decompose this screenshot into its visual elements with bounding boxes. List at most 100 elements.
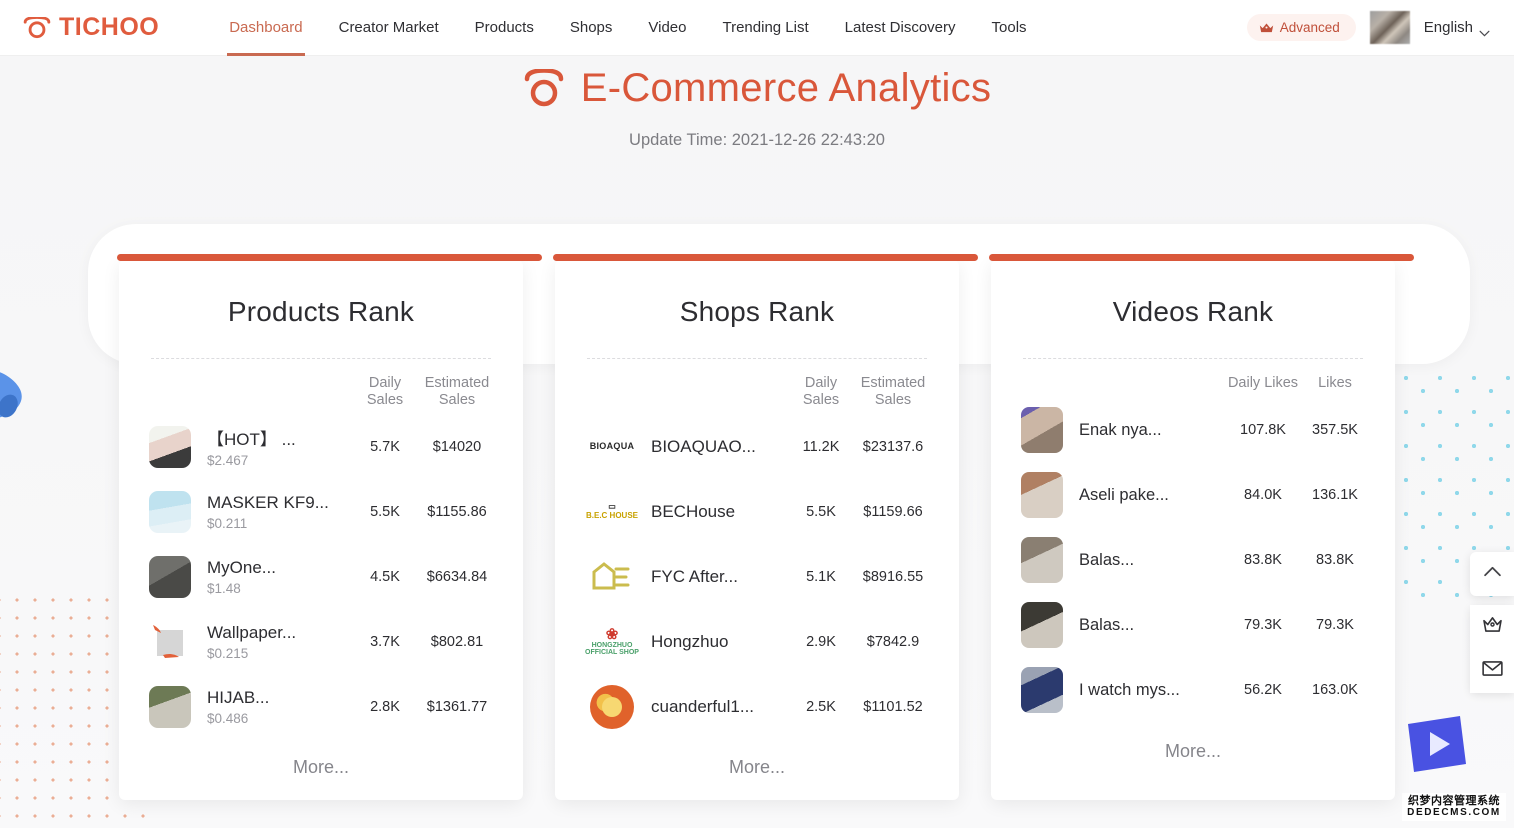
estimated-sales-value: $8916.55: [862, 568, 924, 585]
table-row[interactable]: Aseli pake... 84.0K 136.1K: [1021, 463, 1365, 528]
product-price: $0.486: [207, 710, 249, 726]
more-link[interactable]: More...: [585, 757, 929, 778]
table-row[interactable]: 【HOT】 ... $2.467 5.7K $14020: [149, 414, 493, 479]
brand-logo[interactable]: TICHOO: [22, 13, 159, 42]
daily-sales-value: 2.5K: [806, 698, 836, 715]
upgrade-button[interactable]: [1470, 605, 1514, 649]
table-row[interactable]: cuanderful1... 2.5K $1101.52: [585, 674, 929, 739]
table-row[interactable]: BIOAQUA BIOAQUAO... 11.2K $23137.6: [585, 414, 929, 479]
crown-icon: [1259, 22, 1274, 34]
table-row[interactable]: HIJAB... $0.486 2.8K $1361.77: [149, 674, 493, 739]
contact-button[interactable]: [1470, 649, 1514, 693]
column-header-daily-likes: Daily Likes: [1227, 375, 1299, 391]
nav-item-products[interactable]: Products: [457, 0, 552, 56]
advanced-badge[interactable]: Advanced: [1246, 14, 1356, 41]
card-top-accent-bar: [553, 254, 978, 261]
daily-likes-value: 83.8K: [1244, 552, 1282, 569]
nav-item-dashboard[interactable]: Dashboard: [211, 0, 320, 56]
daily-likes-value: 79.3K: [1244, 617, 1282, 634]
rank-rows: Enak nya... 107.8K 357.5K Aseli pake... …: [1021, 398, 1365, 723]
column-headers: Daily Sales Estimated Sales: [149, 359, 493, 412]
column-header-daily-sales: Daily Sales: [802, 375, 840, 408]
shop-name: FYC After...: [651, 566, 738, 586]
videos-rank-card: Videos Rank Daily Likes Likes Enak nya..…: [989, 254, 1414, 800]
daily-sales-value: 3.7K: [370, 633, 400, 650]
video-thumbnail: [1021, 407, 1063, 454]
shop-name: BIOAQUAO...: [651, 436, 756, 456]
estimated-sales-value: $802.81: [430, 633, 484, 650]
table-row[interactable]: Balas... 83.8K 83.8K: [1021, 528, 1365, 593]
table-row[interactable]: I watch mys... 56.2K 163.0K: [1021, 658, 1365, 723]
estimated-sales-value: $7842.9: [866, 633, 920, 650]
card-title: Products Rank: [227, 296, 415, 327]
nav-label: Creator Market: [338, 19, 439, 36]
products-rank-card: Products Rank Daily Sales Estimated Sale…: [117, 254, 542, 800]
table-row[interactable]: Enak nya... 107.8K 357.5K: [1021, 398, 1365, 463]
table-row[interactable]: Balas... 79.3K 79.3K: [1021, 593, 1365, 658]
rank-cards-container: Products Rank Daily Sales Estimated Sale…: [0, 254, 1514, 800]
shop-name: cuanderful1...: [651, 696, 755, 716]
estimated-sales-value: $1155.86: [427, 503, 487, 520]
card-top-accent-bar: [117, 254, 542, 261]
estimated-sales-value: $1101.52: [863, 698, 923, 715]
daily-sales-value: 2.9K: [806, 633, 836, 650]
table-row[interactable]: Wallpaper... $0.215 3.7K $802.81: [149, 609, 493, 674]
daily-sales-value: 5.5K: [806, 503, 836, 520]
nav-item-trending-list[interactable]: Trending List: [704, 0, 826, 56]
daily-sales-value: 5.5K: [370, 503, 400, 520]
page-title-block: E-Commerce Analytics Update Time: 2021-1…: [0, 66, 1514, 150]
nav-label: Tools: [991, 19, 1027, 36]
chevron-down-icon: [1479, 24, 1490, 37]
nav-item-tools[interactable]: Tools: [974, 0, 1045, 56]
nav-label: Latest Discovery: [844, 19, 956, 36]
table-row[interactable]: ❀ HONGZHUO OFFICIAL SHOP Hongzhuo 2.9K $78…: [585, 609, 929, 674]
likes-value: 136.1K: [1312, 487, 1358, 504]
daily-sales-value: 11.2K: [802, 438, 840, 455]
table-row[interactable]: MyOne... $1.48 4.5K $6634.84: [149, 544, 493, 609]
likes-value: 357.5K: [1312, 422, 1358, 439]
table-row[interactable]: FYC After... 5.1K $8916.55: [585, 544, 929, 609]
more-link[interactable]: More...: [1021, 741, 1365, 762]
product-price: $0.211: [207, 515, 248, 531]
floating-side-toolbar: [1470, 552, 1514, 693]
video-title: Enak nya...: [1079, 420, 1162, 439]
nav-item-creator-market[interactable]: Creator Market: [321, 0, 457, 56]
advanced-label: Advanced: [1279, 20, 1340, 35]
crown-icon: [1482, 616, 1503, 638]
nav-item-latest-discovery[interactable]: Latest Discovery: [827, 0, 974, 56]
product-price: $0.215: [207, 645, 249, 661]
shops-rank-card: Shops Rank Daily Sales Estimated Sales B…: [553, 254, 978, 800]
language-selector[interactable]: English: [1424, 19, 1490, 37]
table-row[interactable]: ▭ B.E.C HOUSE BECHouse 5.5K $1159.66: [585, 479, 929, 544]
avatar[interactable]: [1369, 11, 1410, 44]
brand-name: TICHOO: [59, 13, 160, 41]
nav-item-video[interactable]: Video: [630, 0, 704, 56]
video-title: I watch mys...: [1079, 680, 1180, 699]
card-top-accent-bar: [989, 254, 1414, 261]
more-link[interactable]: More...: [149, 757, 493, 778]
nav-item-shops[interactable]: Shops: [552, 0, 631, 56]
table-row[interactable]: MASKER KF9... $0.211 5.5K $1155.86: [149, 479, 493, 544]
shop-logo: ▭ B.E.C HOUSE: [585, 502, 638, 520]
top-navigation-bar: TICHOO Dashboard Creator Market Products…: [0, 0, 1514, 56]
back-to-top-button[interactable]: [1470, 552, 1514, 596]
column-header-daily-sales: Daily Sales: [366, 375, 404, 408]
estimated-sales-value: $1361.77: [426, 698, 488, 715]
product-name: HIJAB...: [207, 687, 270, 707]
nav-label: Trending List: [722, 19, 809, 36]
app-root: TICHOO Dashboard Creator Market Products…: [0, 0, 1514, 828]
column-headers: Daily Sales Estimated Sales: [585, 359, 929, 412]
nav-links: Dashboard Creator Market Products Shops …: [211, 0, 1044, 56]
product-thumbnail: [149, 425, 191, 468]
rank-rows: 【HOT】 ... $2.467 5.7K $14020 MASKER KF9.…: [149, 414, 493, 739]
video-title: Balas...: [1079, 615, 1135, 634]
product-name: 【HOT】 ...: [207, 430, 296, 450]
product-thumbnail: [149, 555, 191, 598]
daily-sales-value: 5.1K: [806, 568, 836, 585]
card-title: Videos Rank: [1112, 296, 1274, 327]
envelope-icon: [1481, 661, 1503, 681]
chevron-up-icon: [1483, 565, 1502, 583]
card-title: Shops Rank: [679, 296, 835, 327]
daily-likes-value: 56.2K: [1244, 682, 1282, 699]
daily-sales-value: 5.7K: [370, 438, 400, 455]
